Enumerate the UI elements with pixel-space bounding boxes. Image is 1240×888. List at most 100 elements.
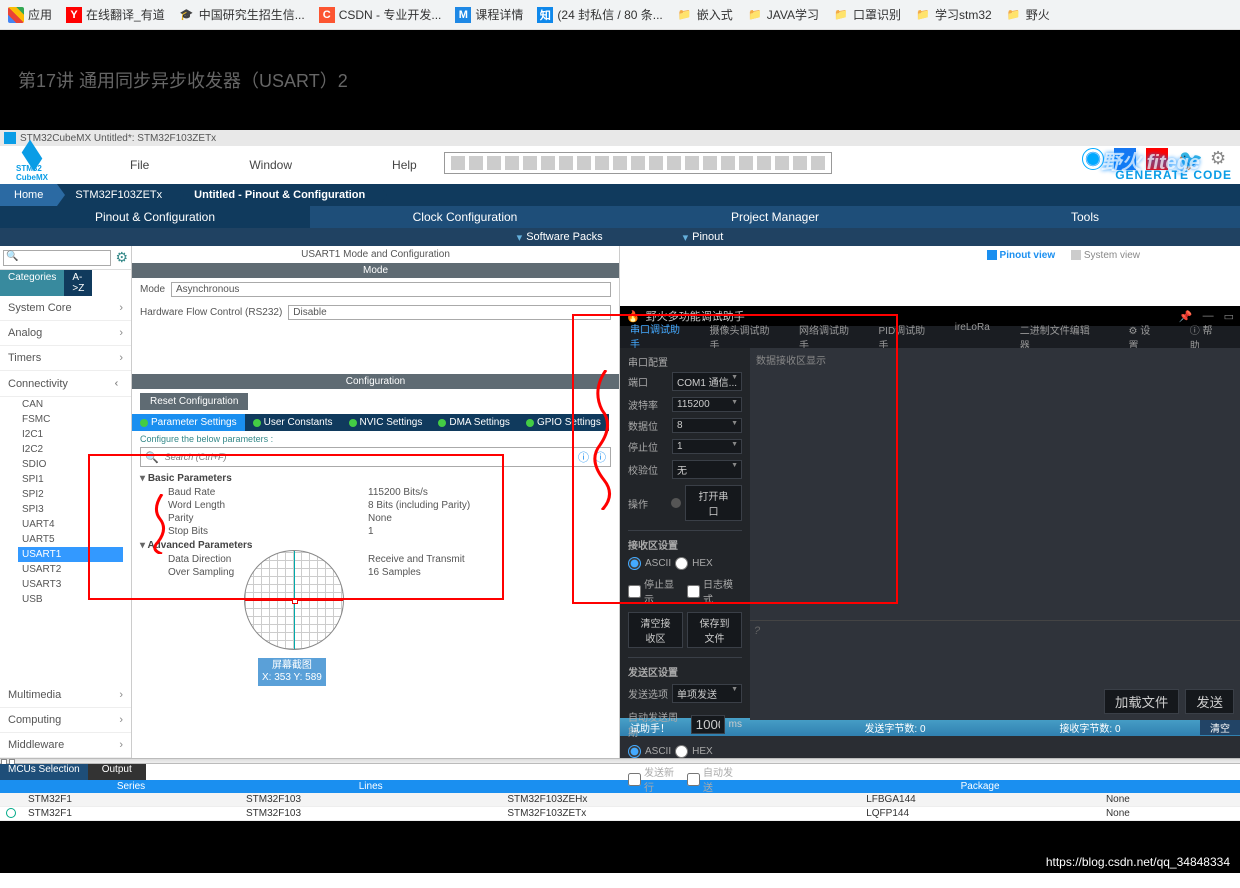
- menu-window[interactable]: Window: [249, 158, 292, 172]
- item-fsmc[interactable]: FSMC: [22, 412, 131, 427]
- subtab-gpio[interactable]: GPIO Settings: [518, 414, 609, 431]
- menu-file[interactable]: File: [130, 158, 149, 172]
- open-port-button[interactable]: 打开串口: [685, 485, 742, 521]
- tool-icon[interactable]: [559, 156, 573, 170]
- stop-display-check[interactable]: 停止显示: [628, 576, 683, 606]
- tool-icon[interactable]: [595, 156, 609, 170]
- send-hex-radio[interactable]: HEX: [675, 745, 713, 758]
- st-logo-icon[interactable]: [1082, 148, 1104, 170]
- subtab-param[interactable]: Parameter Settings: [132, 414, 245, 431]
- item-i2c1[interactable]: I2C1: [22, 427, 131, 442]
- tab-pinout-config[interactable]: Pinout & Configuration: [0, 206, 310, 228]
- hwflow-select[interactable]: Disable: [288, 305, 611, 320]
- item-uart4[interactable]: UART4: [22, 517, 131, 532]
- group-system-core[interactable]: System Core›: [0, 296, 131, 321]
- send-button[interactable]: 发送: [1185, 689, 1234, 714]
- item-can[interactable]: CAN: [22, 397, 131, 412]
- group-multimedia[interactable]: Multimedia›: [0, 683, 131, 708]
- send-opt-select[interactable]: 单项发送: [672, 684, 742, 703]
- crumb-page[interactable]: Untitled - Pinout & Configuration: [176, 184, 379, 206]
- table-row[interactable]: STM32F1STM32F103STM32F103ZEHxLFBGA144Non…: [0, 793, 1240, 807]
- tool-icon[interactable]: [667, 156, 681, 170]
- param-baud[interactable]: Baud Rate: [168, 487, 368, 498]
- tool-icon[interactable]: [793, 156, 807, 170]
- chip-preview[interactable]: [244, 550, 344, 650]
- bookmark-folder-1[interactable]: 📁JAVA学习: [747, 6, 819, 23]
- clear-counter-button[interactable]: 清空: [1200, 720, 1240, 735]
- info-icon[interactable]: ⓘ: [578, 449, 589, 465]
- log-mode-check[interactable]: 日志模式: [687, 576, 742, 606]
- bookmark-csdn[interactable]: CCSDN - 专业开发...: [319, 6, 442, 23]
- bookmark-youdao[interactable]: Y在线翻译_有道: [66, 6, 165, 23]
- pinout-view-btn[interactable]: Pinout view: [987, 250, 1055, 261]
- baud-select[interactable]: 115200: [672, 397, 742, 412]
- param-parity[interactable]: Parity: [168, 513, 368, 524]
- generate-code-button[interactable]: GENERATE CODE: [1115, 168, 1232, 182]
- tab-tools[interactable]: Tools: [930, 206, 1240, 228]
- send-ascii-radio[interactable]: ASCII: [628, 745, 671, 758]
- port-select[interactable]: COM1 通信...: [672, 372, 742, 391]
- bookmark-grad[interactable]: 🎓中国研究生招生信...: [179, 6, 305, 23]
- pin-icon[interactable]: 📌: [1179, 310, 1193, 323]
- settings-gear-icon[interactable]: ⚙: [115, 249, 128, 266]
- tool-icon[interactable]: [577, 156, 591, 170]
- clear-rcv-button[interactable]: 清空接收区: [628, 612, 683, 648]
- az-tab[interactable]: A->Z: [64, 270, 92, 296]
- bookmark-folder-4[interactable]: 📁野火: [1006, 6, 1050, 23]
- parity-select[interactable]: 无: [672, 460, 742, 479]
- system-view-btn[interactable]: System view: [1071, 250, 1140, 261]
- save-file-button[interactable]: 保存到文件: [687, 612, 742, 648]
- twitter-icon[interactable]: 🐦: [1178, 148, 1200, 170]
- group-computing[interactable]: Computing›: [0, 708, 131, 733]
- send-newline-check[interactable]: 发送新行: [628, 764, 683, 794]
- tool-icon[interactable]: [613, 156, 627, 170]
- group-middleware[interactable]: Middleware›: [0, 733, 131, 758]
- bookmark-folder-2[interactable]: 📁口罩识别: [833, 6, 901, 23]
- tool-icon[interactable]: [775, 156, 789, 170]
- item-spi3[interactable]: SPI3: [22, 502, 131, 517]
- tool-icon[interactable]: [469, 156, 483, 170]
- group-analog[interactable]: Analog›: [0, 321, 131, 346]
- group-timers[interactable]: Timers›: [0, 346, 131, 371]
- tool-icon[interactable]: [703, 156, 717, 170]
- reset-config-button[interactable]: Reset Configuration: [140, 393, 248, 410]
- minimize-icon[interactable]: —: [1203, 310, 1214, 323]
- param-search-input[interactable]: [165, 452, 572, 462]
- tool-icon[interactable]: [757, 156, 771, 170]
- item-usb[interactable]: USB: [22, 592, 131, 607]
- crumb-home[interactable]: Home: [0, 184, 57, 206]
- youtube-icon[interactable]: [1146, 148, 1168, 170]
- stopbits-select[interactable]: 1: [672, 439, 742, 454]
- tab-project-manager[interactable]: Project Manager: [620, 206, 930, 228]
- bookmark-folder-3[interactable]: 📁学习stm32: [915, 6, 992, 23]
- item-sdio[interactable]: SDIO: [22, 457, 131, 472]
- tab-output[interactable]: Output: [88, 764, 146, 780]
- tool-icon[interactable]: [451, 156, 465, 170]
- source-link[interactable]: https://blog.csdn.net/qq_34848334: [1046, 855, 1230, 869]
- bookmark-folder-0[interactable]: 📁嵌入式: [677, 6, 733, 23]
- settings-icon[interactable]: ⚙: [1210, 148, 1232, 170]
- tool-icon[interactable]: [811, 156, 825, 170]
- auto-send-period-input[interactable]: [691, 715, 725, 734]
- subtab-nvic[interactable]: NVIC Settings: [341, 414, 431, 431]
- rcv-hex-radio[interactable]: HEX: [675, 557, 713, 570]
- adv-params-group[interactable]: Advanced Parameters: [140, 538, 611, 553]
- subtab-dma[interactable]: DMA Settings: [430, 414, 518, 431]
- basic-params-group[interactable]: Basic Parameters: [140, 471, 611, 486]
- facebook-icon[interactable]: [1114, 148, 1136, 170]
- subtab-pinout[interactable]: ▾Pinout: [643, 228, 764, 246]
- databits-select[interactable]: 8: [672, 418, 742, 433]
- item-uart5[interactable]: UART5: [22, 532, 131, 547]
- tool-icon[interactable]: [721, 156, 735, 170]
- search-input[interactable]: [3, 250, 111, 266]
- tool-icon[interactable]: [523, 156, 537, 170]
- menu-help[interactable]: Help: [392, 158, 417, 172]
- tool-icon[interactable]: [739, 156, 753, 170]
- bookmark-mooc[interactable]: M课程详情: [455, 6, 523, 23]
- group-connectivity[interactable]: Connectivity⌄: [0, 371, 131, 397]
- tool-icon[interactable]: [541, 156, 555, 170]
- categories-tab[interactable]: Categories: [0, 270, 64, 296]
- item-usart1[interactable]: USART1: [18, 547, 123, 562]
- crumb-chip[interactable]: STM32F103ZETx: [57, 184, 176, 206]
- bookmark-zhihu[interactable]: 知(24 封私信 / 80 条...: [537, 6, 662, 23]
